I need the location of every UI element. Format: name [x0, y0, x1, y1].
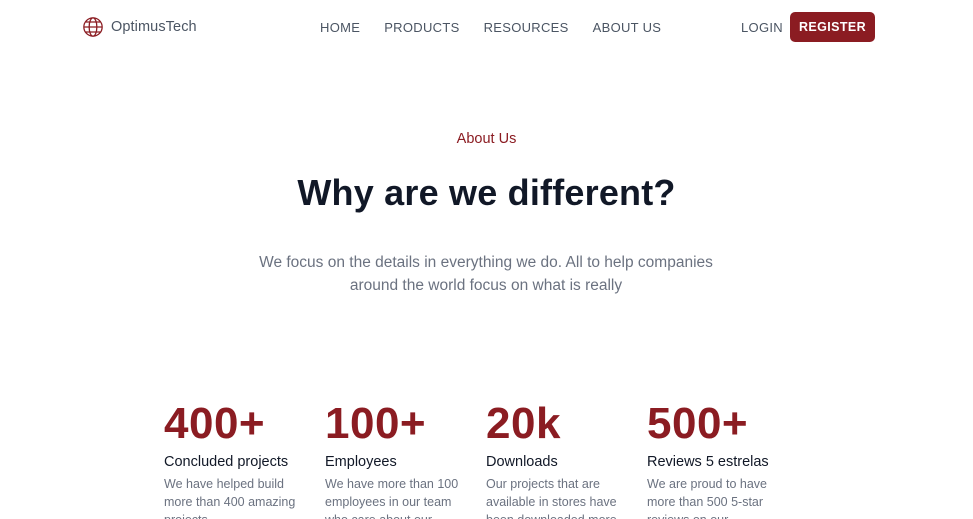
section-subtitle: We focus on the details in everything we…: [259, 254, 713, 294]
nav-about-us[interactable]: ABOUT US: [593, 19, 662, 36]
stat-reviews: 500+ Reviews 5 estrelas We are proud to …: [647, 396, 792, 519]
page: OptimusTech HOME PRODUCTS RESOURCES ABOU…: [0, 0, 973, 519]
stat-description: Our projects that are available in store…: [486, 477, 617, 519]
brand-logo-link[interactable]: OptimusTech: [82, 16, 197, 38]
stat-label: Reviews 5 estrelas: [647, 454, 769, 470]
nav-resources[interactable]: RESOURCES: [484, 19, 569, 36]
stat-employees: 100+ Employees We have more than 100 emp…: [325, 396, 470, 519]
stat-projects: 400+ Concluded projects We have helped b…: [164, 396, 309, 519]
stat-value: 100+: [325, 399, 427, 448]
stats-row: 400+ Concluded projects We have helped b…: [0, 396, 973, 519]
stat-description: We have more than 100 employees in our t…: [325, 477, 459, 519]
register-button[interactable]: REGISTER: [790, 12, 875, 42]
stat-label: Employees: [325, 454, 397, 470]
section-eyebrow: About Us: [456, 131, 517, 147]
login-link[interactable]: LOGIN: [741, 19, 783, 36]
stat-description: We have helped build more than 400 amazi…: [164, 477, 296, 519]
main-nav: HOME PRODUCTS RESOURCES ABOUT US: [320, 19, 685, 36]
stat-value: 20k: [486, 399, 561, 448]
stat-value: 400+: [164, 399, 266, 448]
stat-downloads: 20k Downloads Our projects that are avai…: [486, 396, 631, 519]
section-title: Why are we different?: [297, 172, 676, 213]
stat-value: 500+: [647, 399, 749, 448]
site-header: OptimusTech HOME PRODUCTS RESOURCES ABOU…: [0, 0, 973, 56]
stat-label: Downloads: [486, 454, 558, 470]
brand-name: OptimusTech: [111, 19, 197, 35]
nav-home[interactable]: HOME: [320, 19, 360, 36]
stat-label: Concluded projects: [164, 454, 289, 470]
stat-description: We are proud to have more than 500 5-sta…: [647, 477, 767, 519]
globe-icon: [82, 16, 104, 38]
nav-products[interactable]: PRODUCTS: [384, 19, 459, 36]
